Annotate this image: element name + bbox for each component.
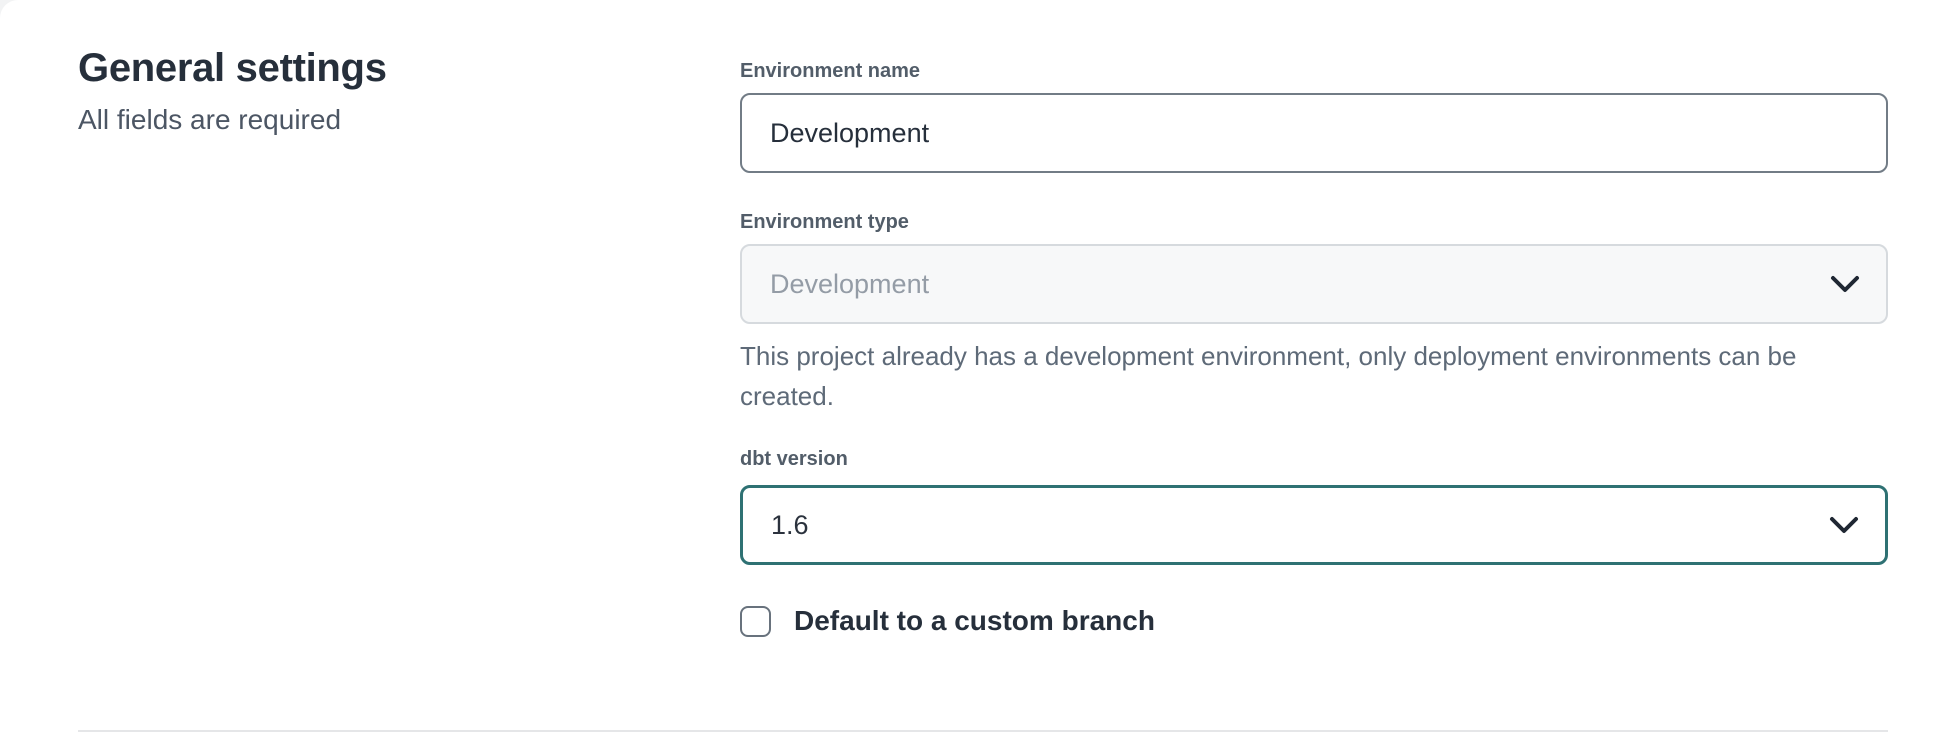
dbt-version-selected-value: 1.6 [771,510,809,541]
settings-card: General settings All fields are required… [0,0,1958,740]
environment-type-helper-text: This project already has a development e… [740,336,1888,416]
dbt-version-group: dbt version 1.6 [740,446,1888,565]
custom-branch-label[interactable]: Default to a custom branch [794,605,1155,637]
dbt-version-label: dbt version [740,446,1888,472]
dbt-version-select[interactable]: 1.6 [740,485,1888,565]
settings-form: Environment name Environment type Develo… [740,44,1888,637]
environment-name-group: Environment name [740,58,1888,173]
chevron-down-icon [1830,275,1860,293]
page-title: General settings [78,44,740,92]
custom-branch-checkbox[interactable] [740,606,771,637]
chevron-down-icon [1829,516,1859,534]
custom-branch-row: Default to a custom branch [740,605,1888,637]
section-header: General settings All fields are required [78,44,740,637]
environment-name-label: Environment name [740,58,1888,84]
section-divider [78,730,1888,732]
environment-type-label: Environment type [740,209,1888,235]
environment-name-input[interactable] [740,93,1888,173]
page-subtitle: All fields are required [78,102,740,138]
environment-type-group: Environment type Development This projec… [740,209,1888,416]
general-settings-section: General settings All fields are required… [0,0,1958,740]
environment-type-selected-value: Development [770,269,929,300]
environment-type-select: Development [740,244,1888,324]
